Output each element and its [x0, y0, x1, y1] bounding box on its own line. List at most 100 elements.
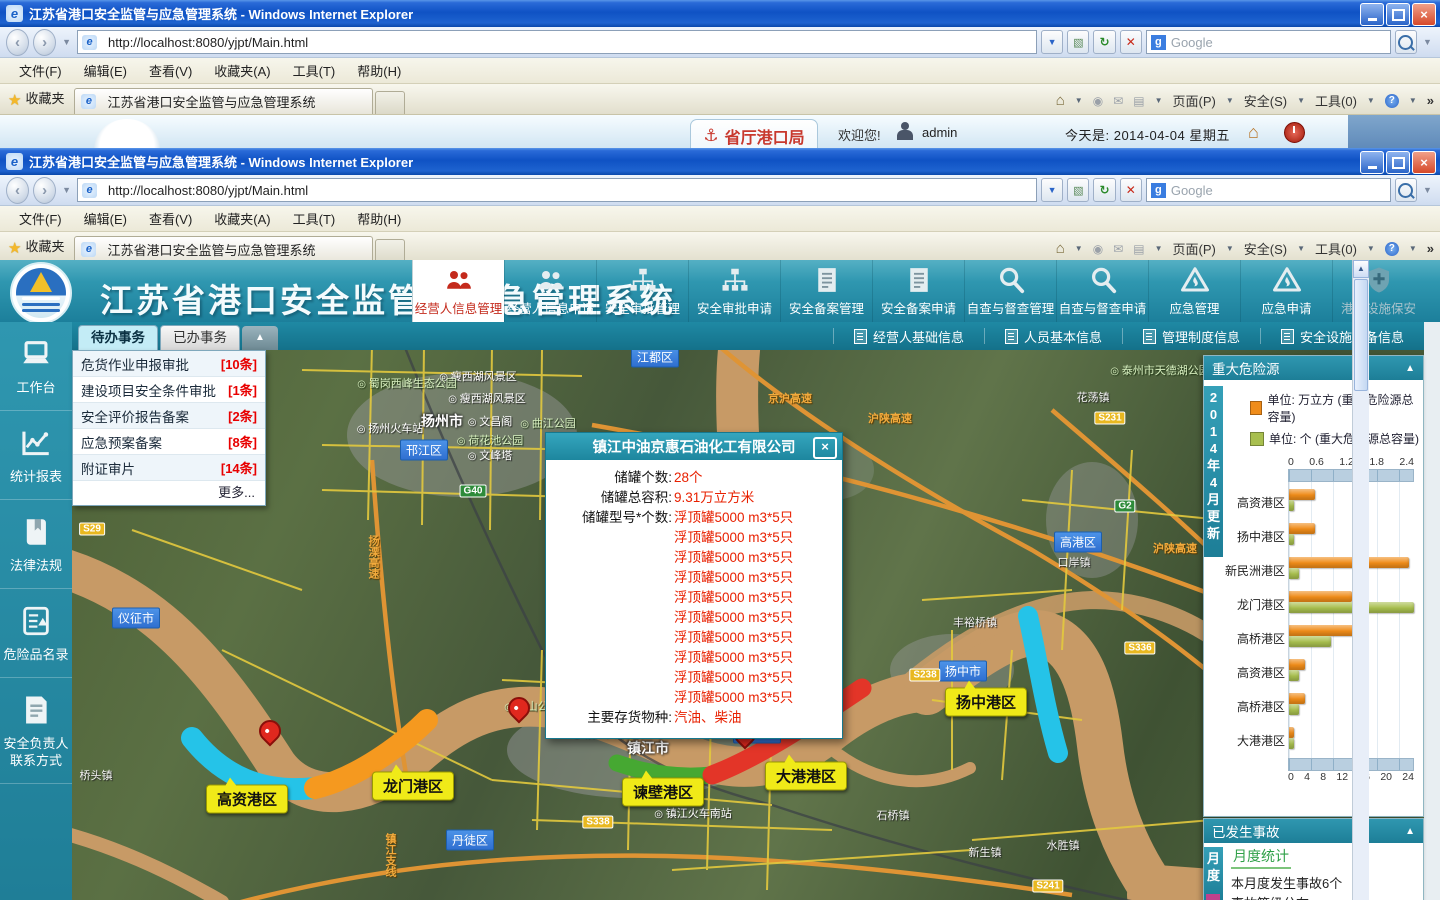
command-security[interactable]: 安全(S) — [1244, 91, 1287, 110]
favorites-label[interactable]: 收藏夹 — [25, 88, 64, 107]
help-icon[interactable]: ? — [1385, 242, 1399, 256]
chart-bar[interactable] — [1289, 591, 1352, 602]
minimize-button[interactable] — [1360, 3, 1384, 26]
search-button[interactable] — [1395, 178, 1417, 202]
nav-应急申请[interactable]: 应急申请 — [1240, 260, 1332, 322]
chart-bar[interactable] — [1289, 534, 1294, 545]
chart-bar[interactable] — [1289, 738, 1294, 749]
close-icon[interactable]: × — [813, 437, 837, 459]
sidebar-item-统计报表[interactable]: 统计报表 — [0, 411, 72, 500]
search-input[interactable]: gGoogle — [1146, 178, 1391, 202]
compatibility-view-icon[interactable]: ▧ — [1067, 178, 1089, 202]
address-input[interactable]: ehttp://localhost:8080/yjpt/Main.html — [77, 178, 1037, 202]
chart-bar[interactable] — [1289, 636, 1331, 647]
url-dropdown-button[interactable]: ▼ — [1041, 178, 1063, 202]
nav-安全备案管理[interactable]: 安全备案管理 — [780, 260, 872, 322]
feeds-icon[interactable]: ◉ — [1093, 94, 1103, 108]
home-dropdown-icon[interactable]: ▼ — [1075, 96, 1083, 105]
history-dropdown-icon[interactable]: ▼ — [60, 185, 73, 195]
todo-item[interactable]: 危货作业申报审批[10条] — [73, 351, 265, 377]
history-dropdown-icon[interactable]: ▼ — [60, 37, 73, 47]
menu-item[interactable]: 编辑(E) — [73, 61, 138, 80]
favorites-label[interactable]: 收藏夹 — [25, 236, 64, 255]
more-commands-icon[interactable]: » — [1427, 241, 1434, 256]
security-dropdown-icon[interactable]: ▼ — [1297, 96, 1305, 105]
nav-经营人信息管理[interactable]: 经营人信息管理 — [412, 260, 504, 322]
logout-power-icon[interactable] — [1284, 122, 1305, 143]
home-icon[interactable]: ⌂ — [1056, 92, 1065, 109]
chart-bar[interactable] — [1289, 489, 1315, 500]
restore-button[interactable] — [1386, 151, 1410, 174]
scroll-up-icon[interactable]: ▲ — [1353, 260, 1369, 278]
command-tools[interactable]: 工具(0) — [1315, 91, 1357, 110]
chart-bar[interactable] — [1289, 557, 1409, 568]
home-icon[interactable]: ⌂ — [1248, 122, 1259, 143]
sidebar-item-工作台[interactable]: 工作台 — [0, 322, 72, 411]
command-page[interactable]: 页面(P) — [1173, 239, 1216, 258]
port-label-大港港区[interactable]: 大港港区 — [765, 762, 847, 791]
chart-bar[interactable] — [1289, 659, 1305, 670]
port-label-扬中港区[interactable]: 扬中港区 — [945, 688, 1027, 717]
read-mail-icon[interactable]: ✉ — [1113, 242, 1123, 256]
port-label-谏壁港区[interactable]: 谏壁港区 — [622, 778, 704, 807]
tab-已办事务[interactable]: 已办事务 — [160, 325, 240, 350]
search-input[interactable]: gGoogle — [1146, 30, 1391, 54]
nav-港口设施保安[interactable]: 港口设施保安 — [1332, 260, 1424, 322]
todo-more-link[interactable]: 更多... — [73, 481, 265, 505]
print-icon[interactable]: ▤ — [1133, 242, 1144, 256]
restore-button[interactable] — [1386, 3, 1410, 26]
help-dropdown-icon[interactable]: ▼ — [1409, 244, 1417, 253]
minimize-button[interactable] — [1360, 151, 1384, 174]
chart-bar[interactable] — [1289, 693, 1305, 704]
sidebar-item-安全负责人联系方式[interactable]: 安全负责人联系方式 — [0, 678, 72, 784]
nav-安全备案申请[interactable]: 安全备案申请 — [872, 260, 964, 322]
collapse-arrow-icon[interactable]: ▲ — [1405, 826, 1415, 837]
browser-tab[interactable]: e江苏省港口安全监管与应急管理系统 — [74, 88, 373, 114]
chart-bar[interactable] — [1289, 500, 1294, 511]
search-dropdown-icon[interactable]: ▼ — [1421, 185, 1434, 195]
todo-item[interactable]: 应急预案备案[8条] — [73, 429, 265, 455]
page-dropdown-icon[interactable]: ▼ — [1226, 244, 1234, 253]
chart-bar[interactable] — [1289, 568, 1299, 579]
subnav-安全设施设备信息[interactable]: 安全设施设备信息 — [1260, 328, 1424, 344]
port-label-高资港区[interactable]: 高资港区 — [206, 785, 288, 814]
tools-dropdown-icon[interactable]: ▼ — [1367, 244, 1375, 253]
browser-tab[interactable]: e江苏省港口安全监管与应急管理系统 — [74, 236, 373, 262]
chart-bar[interactable] — [1289, 704, 1299, 715]
menu-item[interactable]: 帮助(H) — [346, 209, 412, 228]
menu-item[interactable]: 文件(F) — [8, 209, 73, 228]
sidebar-item-危险品名录[interactable]: 危险品名录 — [0, 589, 72, 678]
feeds-icon[interactable]: ◉ — [1093, 242, 1103, 256]
menu-item[interactable]: 工具(T) — [282, 61, 347, 80]
todo-collapse-button[interactable]: ▲ — [242, 326, 278, 350]
menu-item[interactable]: 收藏夹(A) — [203, 209, 281, 228]
nav-安全审批管理[interactable]: 安全审批管理 — [596, 260, 688, 322]
help-dropdown-icon[interactable]: ▼ — [1409, 96, 1417, 105]
favorites-star-icon[interactable]: ★ — [8, 91, 21, 109]
nav-自查与督查申请[interactable]: 自查与督查申请 — [1056, 260, 1148, 322]
new-tab-stub[interactable] — [375, 239, 405, 262]
subnav-人员基本信息[interactable]: 人员基本信息 — [984, 328, 1122, 344]
menu-item[interactable]: 收藏夹(A) — [203, 61, 281, 80]
stop-icon[interactable]: ✕ — [1120, 30, 1142, 54]
forward-button[interactable]: › — [33, 29, 56, 56]
url-dropdown-button[interactable]: ▼ — [1041, 30, 1063, 54]
search-button[interactable] — [1395, 30, 1417, 54]
vertical-scrollbar[interactable]: ▲ — [1352, 260, 1369, 900]
org-tab[interactable]: ⚓ 省厅港口局 — [690, 119, 818, 151]
nav-安全审批申请[interactable]: 安全审批申请 — [688, 260, 780, 322]
stop-icon[interactable]: ✕ — [1120, 178, 1142, 202]
subnav-经营人基础信息[interactable]: 经营人基础信息 — [833, 328, 984, 344]
address-input[interactable]: ehttp://localhost:8080/yjpt/Main.html — [77, 30, 1037, 54]
menu-item[interactable]: 文件(F) — [8, 61, 73, 80]
collapse-arrow-icon[interactable]: ▲ — [1405, 363, 1415, 374]
menu-item[interactable]: 帮助(H) — [346, 61, 412, 80]
port-label-龙门港区[interactable]: 龙门港区 — [372, 772, 454, 801]
home-dropdown-icon[interactable]: ▼ — [1075, 244, 1083, 253]
command-security[interactable]: 安全(S) — [1244, 239, 1287, 258]
sidebar-item-法律法规[interactable]: 法律法规 — [0, 500, 72, 589]
search-dropdown-icon[interactable]: ▼ — [1421, 37, 1434, 47]
read-mail-icon[interactable]: ✉ — [1113, 94, 1123, 108]
command-page[interactable]: 页面(P) — [1173, 91, 1216, 110]
back-button[interactable]: ‹ — [6, 29, 29, 56]
